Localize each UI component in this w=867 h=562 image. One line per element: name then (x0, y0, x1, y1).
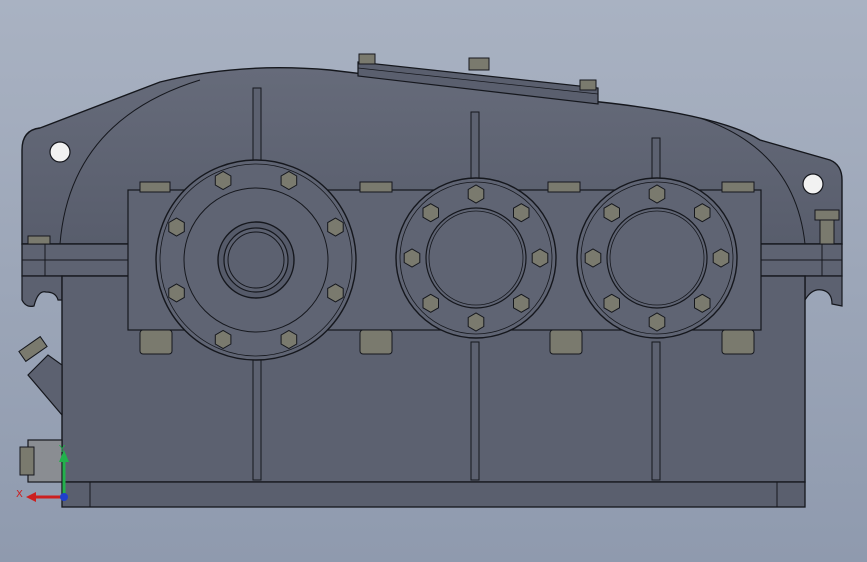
hex-bolt (168, 283, 185, 303)
drain-plug (19, 439, 63, 483)
bearing-cover-input (155, 159, 357, 361)
rib (651, 341, 661, 481)
hex-bolt (603, 203, 620, 223)
triad-y-label: Y (58, 444, 66, 455)
lifting-eye-right (802, 173, 824, 195)
rib (470, 341, 480, 481)
rib (252, 359, 262, 481)
triad-z-axis (60, 493, 68, 501)
flange-foot-left (21, 275, 63, 307)
hex-bolt (694, 203, 711, 223)
hex-bolt (467, 312, 485, 332)
hex-bolt (694, 293, 711, 313)
triad-x-label: X (16, 489, 23, 500)
lifting-eye-left (49, 141, 71, 163)
oil-gauge (18, 335, 63, 417)
hex-bolt (648, 312, 666, 332)
hex-bolt (327, 283, 344, 303)
hex-bolt (168, 217, 185, 237)
rib (651, 137, 661, 183)
hex-bolt (214, 329, 232, 350)
hex-bolt (327, 217, 344, 237)
hex-bolt (603, 293, 620, 313)
cover-bolt (468, 57, 490, 71)
hex-bolt (422, 293, 439, 313)
rib (470, 111, 480, 183)
hex-bolt (513, 203, 530, 223)
hex-bolt (648, 184, 666, 204)
cover-bolt (358, 53, 376, 65)
hex-bolt (513, 293, 530, 313)
hex-bolt (280, 329, 298, 350)
hex-bolt (422, 203, 439, 223)
gear-reducer-model[interactable]: X Y (0, 0, 867, 562)
hex-bolt (467, 184, 485, 204)
hex-bolt (531, 248, 549, 268)
hex-bolt (280, 170, 298, 191)
cover-bolt (579, 79, 597, 91)
graphics-viewport[interactable]: X Y (0, 0, 867, 562)
flange-foot-right (804, 275, 843, 307)
hex-bolt (584, 248, 602, 268)
base-plate (61, 481, 806, 508)
hex-bolt (214, 170, 232, 191)
hex-bolt (712, 248, 730, 268)
triad-x-arrow (26, 492, 36, 502)
hex-bolt (403, 248, 421, 268)
